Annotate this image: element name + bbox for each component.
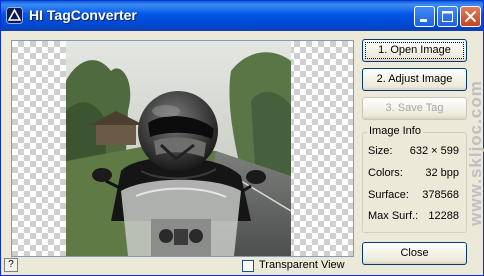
image-info-title: Image Info: [367, 125, 423, 137]
save-tag-button[interactable]: 3. Save Tag: [362, 97, 467, 120]
maximize-icon: [442, 11, 453, 22]
colors-value: 32 bpp: [425, 167, 459, 179]
size-label: Size:: [368, 145, 393, 157]
close-icon: [465, 11, 476, 22]
transparent-view-checkbox[interactable]: [242, 260, 254, 272]
watermark: www.skljoc.com: [466, 33, 484, 273]
size-value: 632 × 599: [409, 145, 459, 157]
max-surface-label: Max Surf.:: [368, 210, 419, 222]
window-title: HI TagConverter: [29, 7, 137, 23]
app-window: HI TagConverter 1. Open Image 2. Adjust …: [0, 0, 484, 276]
maximize-button[interactable]: [437, 6, 458, 27]
minimize-button[interactable]: [414, 6, 435, 27]
help-button[interactable]: ?: [4, 258, 18, 272]
surface-label: Surface:: [368, 189, 409, 201]
app-icon: [6, 7, 23, 24]
open-image-button[interactable]: 1. Open Image: [362, 39, 467, 62]
title-bar[interactable]: HI TagConverter: [1, 1, 483, 31]
surface-value: 378568: [422, 189, 459, 201]
motorcycle-rider-photo: [66, 41, 291, 256]
colors-label: Colors:: [368, 167, 403, 179]
watermark-text: www.skljoc.com: [466, 80, 484, 226]
close-button[interactable]: Close: [362, 242, 467, 265]
adjust-image-button[interactable]: 2. Adjust Image: [362, 68, 467, 91]
minimize-icon: [420, 19, 427, 22]
transparent-view-label[interactable]: Transparent View: [259, 259, 345, 271]
image-preview: [11, 40, 354, 257]
close-window-button[interactable]: [460, 6, 481, 27]
max-surface-value: 12288: [428, 210, 459, 222]
